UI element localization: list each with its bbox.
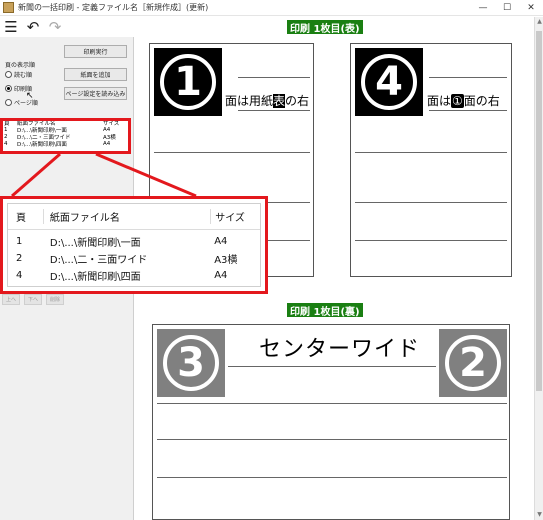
cell-filename: D:\...\新聞印刷\一面 [49, 238, 141, 249]
vertical-scrollbar[interactable]: ▲ ▼ [534, 17, 543, 520]
page-number-1-icon: 1 [160, 54, 216, 110]
rule-line [238, 110, 310, 111]
sheet2-label: 印刷 1枚目(裏) [287, 303, 363, 318]
text-part: 面は用紙 [225, 94, 274, 108]
wide-page-preview[interactable]: 3 センターワイド 2 [152, 324, 510, 520]
toolbar: ☰ ↶ ↷ [0, 17, 135, 37]
wide-page-title: センターワイド [259, 337, 421, 362]
zoomed-table: 頁 紙面ファイル名 サイズ 1 D:\...\新聞印刷\一面 A4 2 D:\.… [7, 203, 261, 287]
table-row: 1 D:\...\新聞印刷\一面 A4 [8, 233, 260, 250]
order-group-label: 頁の表示順 [5, 62, 36, 69]
menu-icon[interactable]: ☰ [3, 19, 19, 35]
inverted-text: ① [451, 94, 464, 108]
cell-size: A4 [214, 236, 228, 247]
move-up-button[interactable]: 上へ [2, 294, 21, 305]
table-row: 4 D:\...\新聞印刷\四面 A4 [8, 267, 260, 284]
cell-page: 2 [16, 253, 23, 264]
rule-line [429, 110, 507, 111]
cell-size: A3横 [214, 255, 238, 266]
sheet1-label: 印刷 1枚目(表) [287, 20, 363, 35]
radio-dot [5, 99, 12, 106]
scroll-up-icon[interactable]: ▲ [535, 17, 543, 27]
move-down-button[interactable]: 下へ [24, 294, 43, 305]
inverted-text: 表 [273, 94, 286, 108]
page-number-box: 2 [439, 329, 507, 397]
rule-line [228, 366, 436, 367]
page-1-text: 面は用紙表の右 [225, 92, 309, 109]
title-bar: 新聞の一括印刷 - 定義ファイル名［新規作成］(更新) — ☐ ✕ [0, 0, 543, 16]
radio-label: 読む順 [14, 72, 33, 79]
cell-size: A4 [214, 270, 228, 281]
rule-line [355, 152, 507, 153]
rule-line [238, 77, 310, 78]
window-title: 新聞の一括印刷 - 定義ファイル名［新規作成］(更新) [18, 3, 209, 12]
maximize-button[interactable]: ☐ [495, 0, 519, 16]
delete-button[interactable]: 削除 [46, 294, 65, 305]
header-page: 頁 [16, 213, 26, 224]
highlight-frame [0, 118, 131, 154]
rule-line [429, 77, 507, 78]
rule-line [355, 202, 507, 203]
page-number-3-icon: 3 [163, 335, 219, 391]
close-button[interactable]: ✕ [519, 0, 543, 16]
page-number-2-icon: 2 [445, 335, 501, 391]
print-button[interactable]: 印刷実行 [64, 45, 127, 58]
zoom-table-header: 頁 紙面ファイル名 サイズ [8, 204, 260, 230]
page-number-box: 4 [355, 48, 423, 116]
window-controls: — ☐ ✕ [471, 0, 543, 16]
add-page-button[interactable]: 紙面を追加 [64, 68, 127, 81]
cell-page: 1 [16, 236, 23, 247]
radio-dot-selected [5, 85, 12, 92]
text-part: の右 [285, 94, 310, 108]
header-size: サイズ [210, 209, 260, 224]
table-row: 2 D:\...\二・三面ワイド A3横 [8, 250, 260, 267]
scroll-thumb[interactable] [536, 31, 542, 391]
page-number-box: 3 [157, 329, 225, 397]
rule-line [355, 240, 507, 241]
rule-line [154, 152, 310, 153]
cell-page: 4 [16, 270, 23, 281]
minimize-button[interactable]: — [471, 0, 495, 16]
app-icon [3, 2, 14, 13]
page-4-text: 面は①面の右 [427, 92, 500, 109]
text-part: 面は [427, 94, 452, 108]
redo-icon[interactable]: ↷ [47, 19, 63, 35]
page-number-4-icon: 4 [361, 54, 417, 110]
header-filename: 紙面ファイル名 [42, 209, 210, 224]
rule-line [157, 477, 507, 478]
radio-dot [5, 71, 12, 78]
rule-line [157, 439, 507, 440]
list-action-buttons: 上へ 下へ 削除 [2, 294, 65, 305]
rule-line [157, 403, 507, 404]
undo-icon[interactable]: ↶ [25, 19, 41, 35]
cell-filename: D:\...\二・三面ワイド [49, 255, 148, 266]
zoomed-table-callout: 頁 紙面ファイル名 サイズ 1 D:\...\新聞印刷\一面 A4 2 D:\.… [0, 196, 268, 294]
scroll-down-icon[interactable]: ▼ [535, 510, 543, 520]
mouse-cursor-icon: ↖ [26, 91, 34, 101]
load-settings-button[interactable]: ページ設定を読み込み [64, 87, 127, 100]
page-number-box: 1 [154, 48, 222, 116]
radio-read-order[interactable]: 読む順 [5, 70, 32, 79]
page-4-preview[interactable]: 4 面は①面の右 [350, 43, 512, 277]
text-part: 面の右 [463, 94, 500, 108]
cell-filename: D:\...\新聞印刷\四面 [49, 272, 141, 283]
